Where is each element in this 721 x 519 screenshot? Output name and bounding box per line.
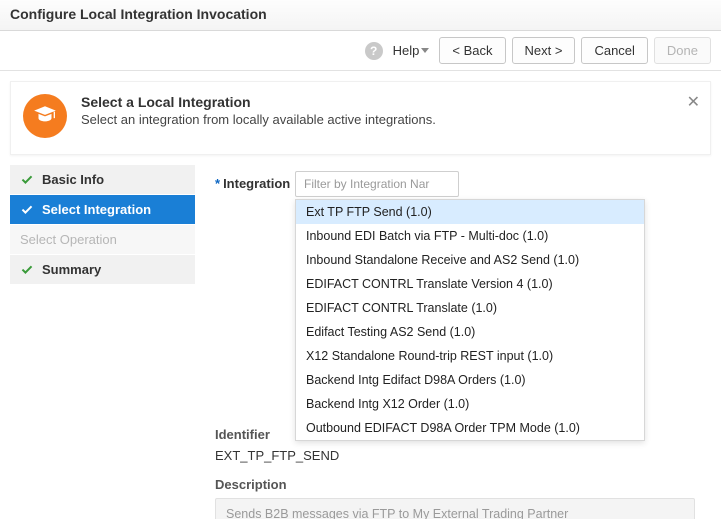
help-icon: ? xyxy=(365,42,383,60)
help-label: Help xyxy=(393,43,420,58)
integration-option[interactable]: Inbound EDI Batch via FTP - Multi-doc (1… xyxy=(296,224,644,248)
integration-option[interactable]: Backend Intg Edifact D98A Orders (1.0) xyxy=(296,368,644,392)
info-banner: Select a Local Integration Select an int… xyxy=(10,81,711,155)
integration-option[interactable]: Outbound EDIFACT D98A Order TPM Mode (1.… xyxy=(296,416,644,440)
integration-option[interactable]: EDIFACT CONTRL Translate (1.0) xyxy=(296,296,644,320)
checkmark-icon xyxy=(20,263,34,277)
nav-step-label: Basic Info xyxy=(42,172,104,187)
banner-subtitle: Select an integration from locally avail… xyxy=(81,112,436,127)
integration-option[interactable]: Edifact Testing AS2 Send (1.0) xyxy=(296,320,644,344)
nav-step-1[interactable]: Select Integration xyxy=(10,195,195,225)
nav-step-3[interactable]: Summary xyxy=(10,255,195,285)
integration-option[interactable]: EDIFACT CONTRL Translate Version 4 (1.0) xyxy=(296,272,644,296)
integration-option[interactable]: Ext TP FTP Send (1.0) xyxy=(296,200,644,224)
nav-step-label: Summary xyxy=(42,262,101,277)
wizard-nav: Basic Info Select Integration Select Opera… xyxy=(10,165,195,519)
banner-title: Select a Local Integration xyxy=(81,94,436,110)
back-button[interactable]: < Back xyxy=(439,37,505,64)
identifier-value: EXT_TP_FTP_SEND xyxy=(215,448,707,463)
done-button: Done xyxy=(654,37,711,64)
close-icon[interactable]: ✕ xyxy=(687,92,700,112)
nav-step-0[interactable]: Basic Info xyxy=(10,165,195,195)
integration-filter-input[interactable] xyxy=(295,171,459,197)
nav-step-2: Select Operation xyxy=(10,225,195,255)
toolbar: ? Help < Back Next > Cancel Done xyxy=(0,31,721,71)
nav-step-label: Select Operation xyxy=(20,232,117,247)
next-button[interactable]: Next > xyxy=(512,37,576,64)
integration-option[interactable]: Backend Intg X12 Order (1.0) xyxy=(296,392,644,416)
description-label: Description xyxy=(215,477,707,492)
integration-option[interactable]: X12 Standalone Round-trip REST input (1.… xyxy=(296,344,644,368)
checkmark-icon xyxy=(20,203,34,217)
checkmark-icon xyxy=(20,173,34,187)
integration-field-label: *Integration xyxy=(215,171,295,191)
integration-option[interactable]: Inbound Standalone Receive and AS2 Send … xyxy=(296,248,644,272)
nav-step-label: Select Integration xyxy=(42,202,151,217)
integration-dropdown: Ext TP FTP Send (1.0)Inbound EDI Batch v… xyxy=(295,199,645,441)
wizard-icon xyxy=(23,94,67,138)
main-panel: *Integration Ext TP FTP Send (1.0)Inboun… xyxy=(195,165,711,519)
cancel-button[interactable]: Cancel xyxy=(581,37,647,64)
description-textarea[interactable]: Sends B2B messages via FTP to My Externa… xyxy=(215,498,695,519)
required-mark: * xyxy=(215,176,220,191)
chevron-down-icon xyxy=(421,48,429,53)
help-menu[interactable]: Help xyxy=(389,43,434,58)
dialog-title: Configure Local Integration Invocation xyxy=(0,0,721,31)
